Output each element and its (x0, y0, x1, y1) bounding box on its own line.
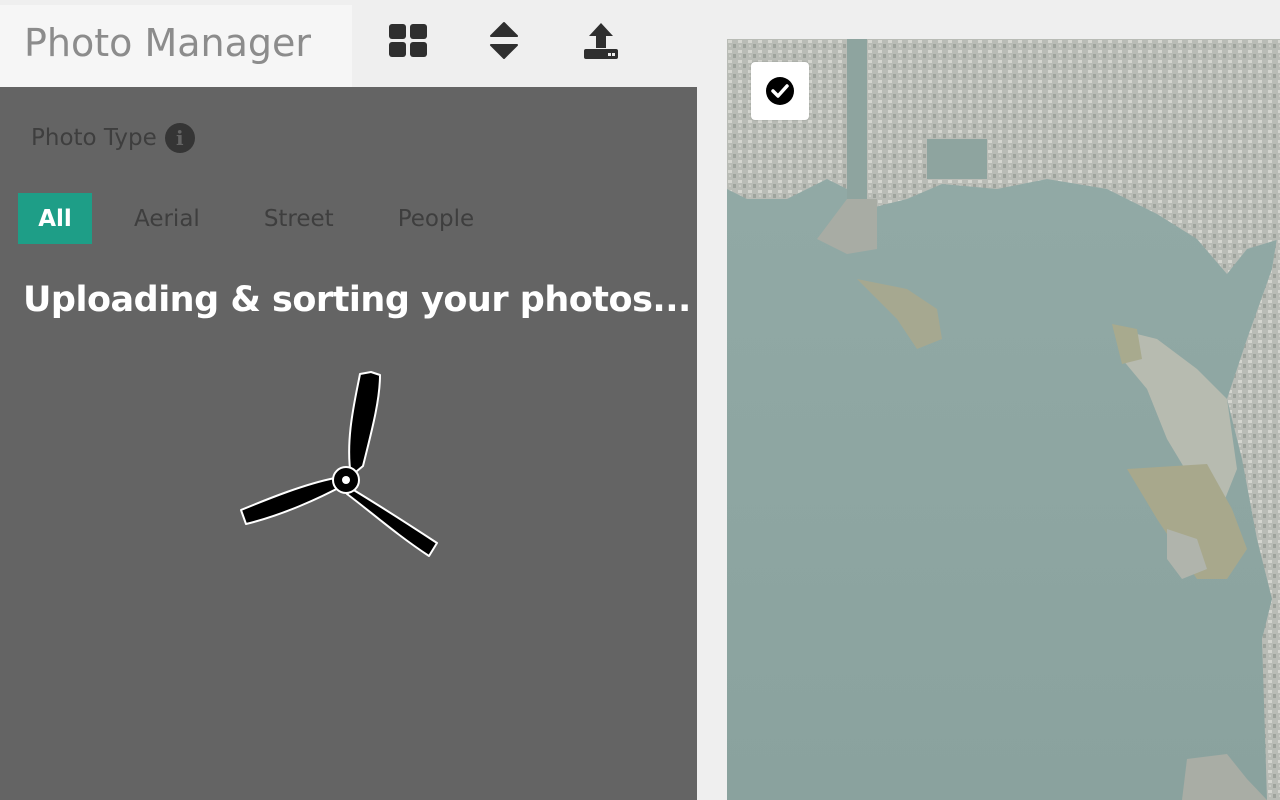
photo-type-tabs: All Aerial Street People (18, 193, 474, 244)
aerial-map-image (727, 39, 1280, 800)
map-view[interactable] (727, 39, 1280, 800)
grid-view-button[interactable] (382, 20, 434, 62)
loading-spinner (230, 360, 450, 574)
sort-button[interactable] (478, 20, 530, 62)
upload-status-message: Uploading & sorting your photos... (23, 280, 691, 320)
app-title: Photo Manager (24, 21, 312, 65)
sort-icon (490, 22, 518, 59)
propeller-icon (240, 371, 438, 557)
info-icon[interactable]: i (164, 123, 195, 153)
upload-button[interactable] (575, 20, 627, 62)
check-circle-icon (766, 77, 794, 105)
map-select-button[interactable] (751, 62, 809, 120)
photo-type-label: Photo Type i (31, 123, 195, 153)
header: Photo Manager (0, 5, 697, 87)
photo-type-text: Photo Type (31, 125, 157, 151)
grid-icon (389, 24, 427, 57)
tab-street[interactable]: Street (264, 193, 334, 244)
tab-aerial[interactable]: Aerial (134, 193, 200, 244)
title-box: Photo Manager (0, 5, 352, 87)
tab-all[interactable]: All (18, 193, 92, 244)
tab-people[interactable]: People (398, 193, 474, 244)
upload-icon (584, 23, 618, 59)
